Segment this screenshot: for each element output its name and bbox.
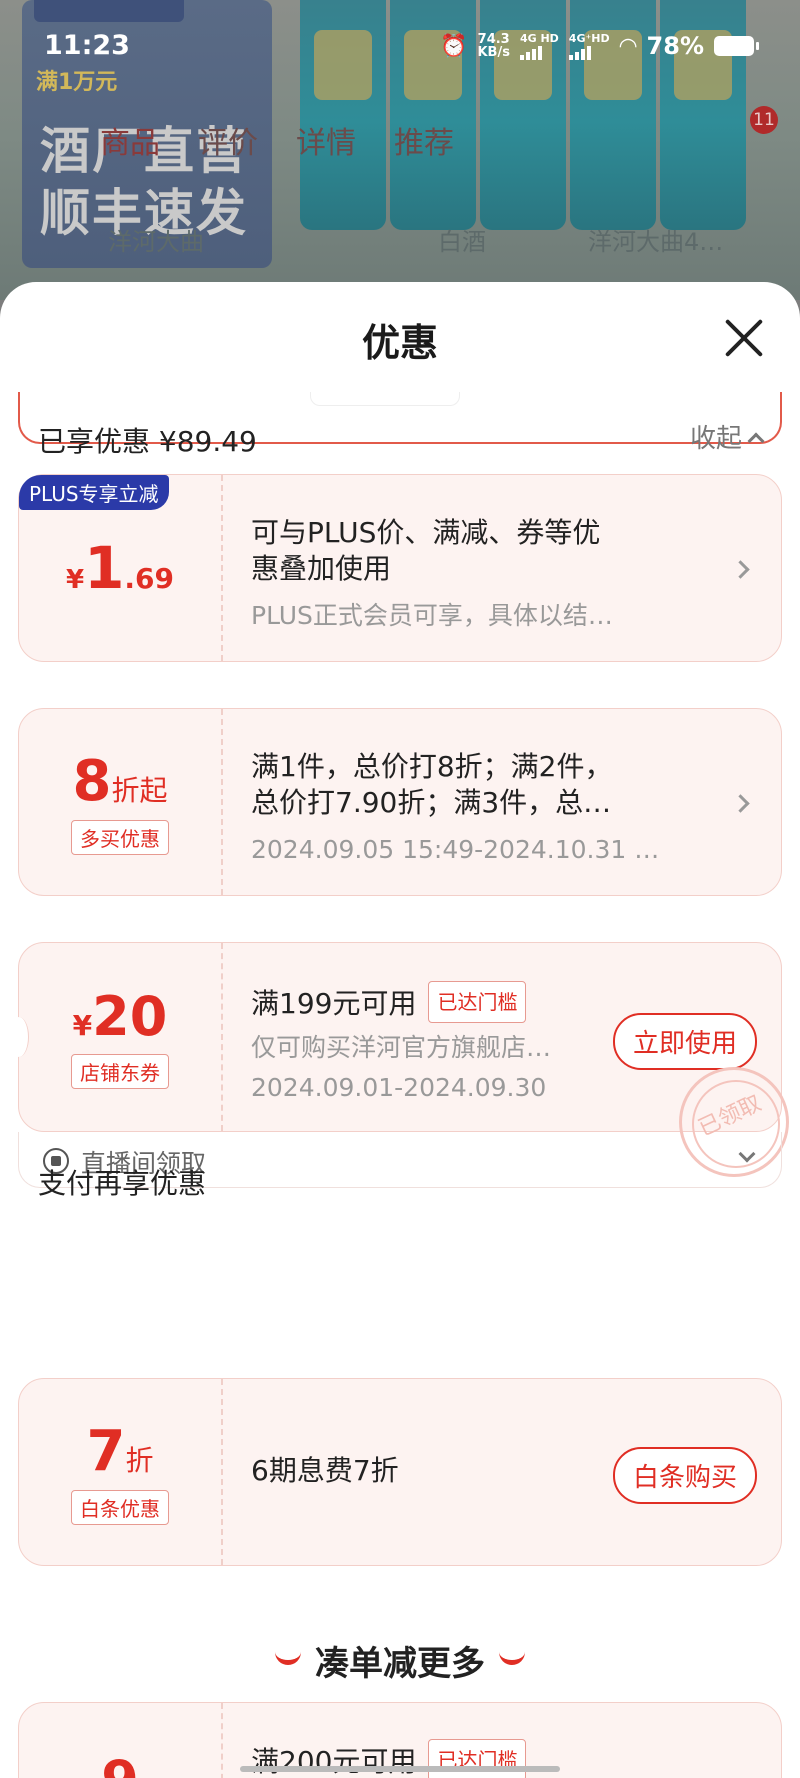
- discount-sheet: 优惠 已享优惠 ¥89.49 收起 ¥1.69 PLUS专享立减 可与PLUS价…: [0, 282, 800, 1778]
- status-icons: ⏰ 74.3 KB/s 4G HD 4G⁺HD ◠ 78%: [440, 32, 759, 60]
- more-discount-header: 凑单减更多: [0, 1636, 800, 1685]
- chevron-up-icon: [747, 432, 765, 449]
- alarm-icon: ⏰: [440, 33, 468, 59]
- close-icon[interactable]: [722, 316, 766, 360]
- chevron-down-icon: [738, 1145, 756, 1163]
- battery-percent: 78%: [646, 32, 704, 60]
- category-chip: 洋河大曲: [108, 228, 204, 256]
- threshold-badge: 已达门槛: [428, 1739, 527, 1778]
- multi-buy-card[interactable]: 8折起 多买优惠 满1件，总价打8折；满2件， 总价打7.90折；满3件，总… …: [18, 708, 782, 896]
- network-speed: 74.3 KB/s: [477, 32, 510, 60]
- coupon-type-tag: 店铺东券: [71, 1054, 169, 1089]
- home-indicator[interactable]: [240, 1766, 560, 1772]
- battery-icon: [714, 36, 759, 56]
- pay-section-label: 支付再享优惠: [38, 1167, 207, 1200]
- smile-icon: [275, 1652, 301, 1665]
- threshold-badge: 已达门槛: [428, 981, 527, 1023]
- coupon-type-tag: 白条优惠: [71, 1490, 169, 1525]
- use-now-button[interactable]: 立即使用: [612, 1013, 757, 1070]
- plus-discount-card[interactable]: ¥1.69 PLUS专享立减 可与PLUS价、满减、券等优 惠叠加使用 PLUS…: [18, 474, 782, 662]
- coupon-desc: 满200元可用 已达门槛: [251, 1739, 741, 1778]
- status-bar: 11:23 ⏰ 74.3 KB/s 4G HD 4G⁺HD ◠ 78%: [0, 0, 800, 96]
- coupon-value: 9: [19, 1703, 223, 1778]
- baitiao-buy-button[interactable]: 白条购买: [612, 1447, 757, 1504]
- coupon-desc: 可与PLUS价、满减、券等优 惠叠加使用 PLUS正式会员可享，具体以结…: [251, 516, 613, 630]
- tab-reviews: 评价: [198, 126, 258, 161]
- coupon-desc: 满199元可用 已达门槛 仅可购买洋河官方旗舰店… 2024.09.01-2024…: [251, 981, 621, 1105]
- store-coupon-card: ¥20 店铺东券 满199元可用 已达门槛 仅可购买洋河官方旗舰店… 2024.0…: [9, 942, 789, 1177]
- coupon-value: 7折 白条优惠: [19, 1379, 223, 1565]
- signal-bars-icon: [519, 44, 559, 60]
- smile-icon: [499, 1652, 525, 1665]
- tab-details: 详情: [296, 126, 356, 161]
- baitiao-card: 7折 白条优惠 6期息费7折 白条购买: [18, 1378, 782, 1566]
- collapse-button[interactable]: 收起: [690, 418, 765, 455]
- cart-badge: 11: [750, 106, 778, 134]
- signal-1: 4G HD: [519, 33, 559, 60]
- coupon-value: 8折起 多买优惠: [19, 709, 223, 895]
- product-tabs: 商品 评价 详情 推荐: [100, 118, 454, 162]
- signal-bars-icon: [568, 44, 610, 60]
- category-chip: 白酒: [438, 228, 486, 256]
- card-stub: [310, 392, 460, 406]
- signal-2: 4G⁺HD: [568, 33, 610, 60]
- plus-tag: PLUS专享立减: [19, 475, 169, 510]
- coupon-desc: 满1件，总价打8折；满2件， 总价打7.90折；满3件，总… 2024.09.0…: [251, 750, 660, 864]
- sheet-title: 优惠: [361, 321, 438, 365]
- category-chip: 洋河大曲4…: [588, 228, 724, 256]
- tab-recommend: 推荐: [394, 126, 454, 161]
- coupon-value: ¥20 店铺东券: [19, 943, 223, 1131]
- enjoyed-discount-label: 已享优惠 ¥89.49: [38, 425, 257, 458]
- tab-goods: 商品: [100, 126, 160, 161]
- clock: 11:23: [44, 30, 130, 61]
- coupon-type-tag: 多买优惠: [71, 820, 169, 855]
- wifi-icon: ◠: [619, 33, 637, 59]
